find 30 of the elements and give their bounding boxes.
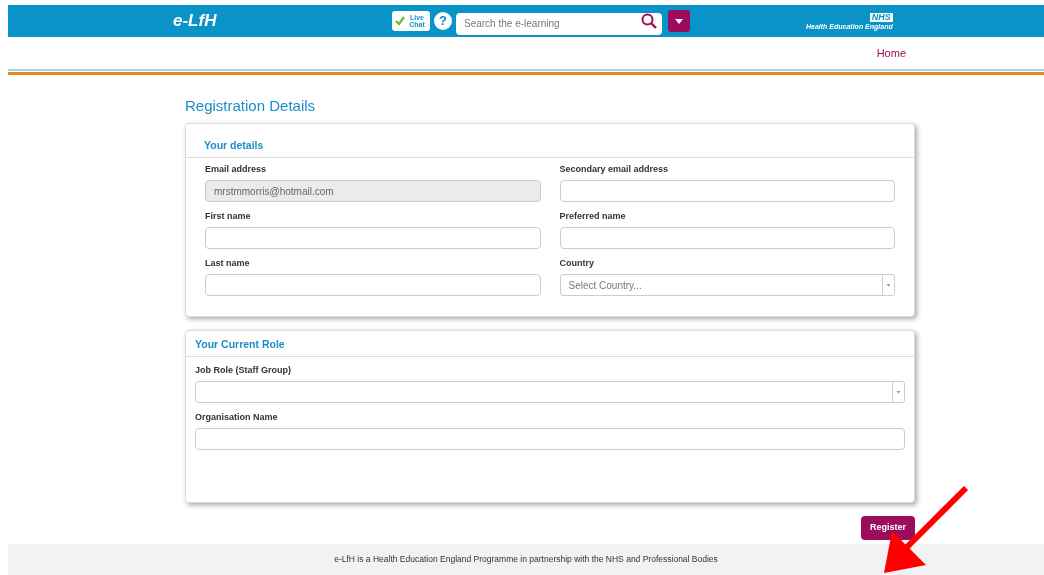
select-placeholder: Select Country... <box>567 278 643 293</box>
field-label: Job Role (Staff Group) <box>195 365 292 376</box>
field-label: First name <box>205 211 252 222</box>
section-title: Your Current Role <box>195 338 285 350</box>
site-logo[interactable]: e-LfH <box>173 8 217 34</box>
text-field[interactable] <box>559 180 895 202</box>
search-icon[interactable] <box>641 13 657 29</box>
page-title: Registration Details <box>184 97 317 115</box>
field-label: Secondary email address <box>559 164 670 175</box>
select-field[interactable]: Select Country... <box>559 274 895 296</box>
field-label: Country <box>559 258 595 269</box>
text-field[interactable] <box>205 227 541 249</box>
register-button[interactable]: Register <box>861 516 915 540</box>
field-label: Last name <box>205 258 251 269</box>
field-label: Organisation Name <box>195 412 279 423</box>
text-field[interactable] <box>195 428 905 450</box>
menu-dropdown-button[interactable] <box>668 10 690 32</box>
nhs-badge: NHS <box>869 12 893 22</box>
footer-text: e-LfH is a Health Education England Programme in partnership with the NHS and Professional Bodies <box>334 553 718 566</box>
text-field[interactable] <box>559 227 895 249</box>
check-icon <box>395 16 405 26</box>
caret-icon <box>675 18 683 24</box>
field-label: Email address <box>205 164 268 175</box>
section-title: Your details <box>204 139 264 151</box>
select-field[interactable] <box>195 381 905 403</box>
help-button[interactable]: ? <box>434 12 452 30</box>
text-field[interactable] <box>205 274 541 296</box>
nav-link[interactable]: Home <box>876 45 906 62</box>
search-field[interactable]: Search the e-learning <box>456 12 662 35</box>
field-label: Preferred name <box>559 211 627 222</box>
